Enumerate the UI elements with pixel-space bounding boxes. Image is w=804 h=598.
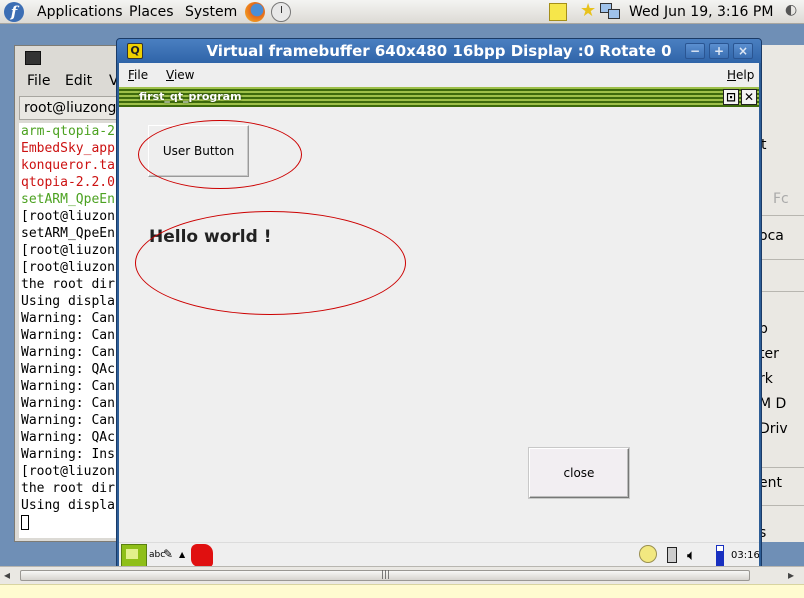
clock-datetime[interactable]: Wed Jun 19, 3:16 PM xyxy=(629,2,773,22)
pen-icon[interactable]: ✎ xyxy=(163,547,173,561)
divider xyxy=(759,291,804,292)
maximize-button[interactable]: + xyxy=(709,43,729,59)
qt-app-icon[interactable]: Q xyxy=(127,43,143,59)
star-icon[interactable]: ★ xyxy=(580,1,596,21)
text-fragment: oca xyxy=(759,228,784,244)
terminal-line: [root@liuzon xyxy=(21,464,115,479)
background-window-right: t Fc oca p ter rk M D Driv ent s xyxy=(758,45,804,542)
terminal-cursor xyxy=(21,515,29,530)
text-fragment: M D xyxy=(759,396,787,412)
menu-applications[interactable]: Applications xyxy=(37,2,123,22)
close-button[interactable]: close xyxy=(529,448,629,498)
terminal-line: qtopia-2.2.0 xyxy=(21,175,115,190)
text-fragment: Driv xyxy=(759,421,788,437)
help-icon[interactable]: ⊡ xyxy=(723,89,739,105)
taskbar-clock[interactable]: 03:16 xyxy=(731,550,759,561)
menu-system[interactable]: System xyxy=(185,2,237,22)
level-meter-icon[interactable] xyxy=(716,545,724,566)
qvfb-window: Virtual framebuffer 640x480 16bpp Displa… xyxy=(116,38,762,568)
terminal-line: [root@liuzon xyxy=(21,243,115,258)
terminal-line: Warning: Can xyxy=(21,396,115,411)
divider xyxy=(759,467,804,468)
qvfb-menu-help[interactable]: Help xyxy=(727,68,754,82)
level-meter-fill xyxy=(717,551,723,565)
scroll-left-icon[interactable]: ◂ xyxy=(4,568,10,582)
terminal-line: arm-qtopia-2 xyxy=(21,124,115,139)
terminal-line: EmbedSky_app xyxy=(21,141,115,156)
terminal-line: Warning: Can xyxy=(21,413,115,428)
terminal-icon xyxy=(25,51,41,65)
scrollbar-thumb[interactable]: ||| xyxy=(20,570,750,581)
volume-icon[interactable]: ◐ xyxy=(785,2,797,18)
terminal-line: the root dir xyxy=(21,277,115,292)
terminal-line: Warning: Ins xyxy=(21,447,115,462)
terminal-line: Using displa xyxy=(21,498,115,513)
terminal-line: Warning: Can xyxy=(21,328,115,343)
close-icon[interactable]: ✕ xyxy=(741,89,757,105)
terminal-line: setARM_QpeEn xyxy=(21,192,115,207)
terminal-line: konqueror.ta xyxy=(21,158,115,173)
text-fragment: ent xyxy=(759,475,782,491)
qvfb-menu-view[interactable]: View xyxy=(166,68,194,82)
terminal-line: the root dir xyxy=(21,481,115,496)
terminal-menubar: File Edit V xyxy=(15,70,123,92)
network-monitor-icon xyxy=(608,9,620,19)
terminal-line: Warning: Can xyxy=(21,311,115,326)
qt-app-title: first_qt_program xyxy=(139,90,242,103)
terminal-line: Warning: Can xyxy=(21,345,115,360)
scroll-right-icon[interactable]: ▸ xyxy=(788,568,794,582)
terminal-menu-file[interactable]: File xyxy=(27,73,50,89)
close-window-button[interactable]: × xyxy=(733,43,753,59)
minimize-button[interactable]: − xyxy=(685,43,705,59)
qvfb-menu-file[interactable]: File xyxy=(128,68,148,82)
firefox-launcher-icon[interactable] xyxy=(245,2,265,22)
divider xyxy=(759,505,804,506)
running-app-icon[interactable] xyxy=(191,544,213,567)
qt-taskbar: abc ✎ ▲ 🔈︎ 03:16 xyxy=(119,542,759,567)
terminal-line: Using displa xyxy=(21,294,115,309)
terminal-window: File Edit V root@liuzongn arm-qtopia-2 Em… xyxy=(14,45,124,542)
framebuffer-screen: first_qt_program ⊡ ✕ User Button Hello w… xyxy=(119,87,759,567)
battery-icon[interactable] xyxy=(667,547,677,563)
speaker-icon[interactable]: 🔈︎ xyxy=(687,546,696,564)
scroll-grip-icon: ||| xyxy=(381,570,391,580)
terminal-line: Warning: QAc xyxy=(21,362,115,377)
divider xyxy=(759,215,804,216)
qvfb-menubar: File View Help xyxy=(119,63,759,87)
lightbulb-icon[interactable] xyxy=(639,545,657,563)
terminal-menu-edit[interactable]: Edit xyxy=(65,73,92,89)
fedora-logo-icon[interactable]: f xyxy=(4,2,24,22)
hello-world-label: Hello world ! xyxy=(149,227,272,247)
horizontal-scrollbar[interactable]: ◂ ||| ▸ xyxy=(0,566,804,584)
qvfb-window-title: Virtual framebuffer 640x480 16bpp Displa… xyxy=(206,42,672,60)
qt-app-titlebar[interactable]: first_qt_program ⊡ ✕ xyxy=(119,87,759,107)
terminal-titlebar[interactable] xyxy=(15,46,123,68)
terminal-line: Warning: Can xyxy=(21,379,115,394)
terminal-line: [root@liuzon xyxy=(21,260,115,275)
terminal-output[interactable]: arm-qtopia-2 EmbedSky_app konqueror.ta qtop… xyxy=(19,123,123,538)
network-icon[interactable] xyxy=(600,3,622,21)
terminal-line: [root@liuzon xyxy=(21,209,115,224)
terminal-cursor-line xyxy=(21,514,123,531)
text-fragment: Fc xyxy=(773,191,789,207)
user-button[interactable]: User Button xyxy=(148,125,249,177)
terminal-line: Warning: QAc xyxy=(21,430,115,445)
qvfb-titlebar[interactable]: Virtual framebuffer 640x480 16bpp Displa… xyxy=(117,39,761,63)
divider xyxy=(759,259,804,260)
terminal-line: setARM_QpeEn xyxy=(21,226,115,241)
top-panel: f Applications Places System ★ Wed Jun 1… xyxy=(0,0,804,24)
clock-launcher-icon[interactable] xyxy=(271,2,291,22)
terminal-lines: arm-qtopia-2 EmbedSky_app konqueror.ta qtop… xyxy=(21,123,123,514)
terminal-tab[interactable]: root@liuzongn xyxy=(19,96,123,120)
notes-icon[interactable] xyxy=(549,3,567,21)
arrow-up-icon[interactable]: ▲ xyxy=(179,550,185,559)
qtopia-start-button[interactable] xyxy=(121,544,147,567)
bottom-panel xyxy=(0,584,804,598)
menu-places[interactable]: Places xyxy=(129,2,174,22)
